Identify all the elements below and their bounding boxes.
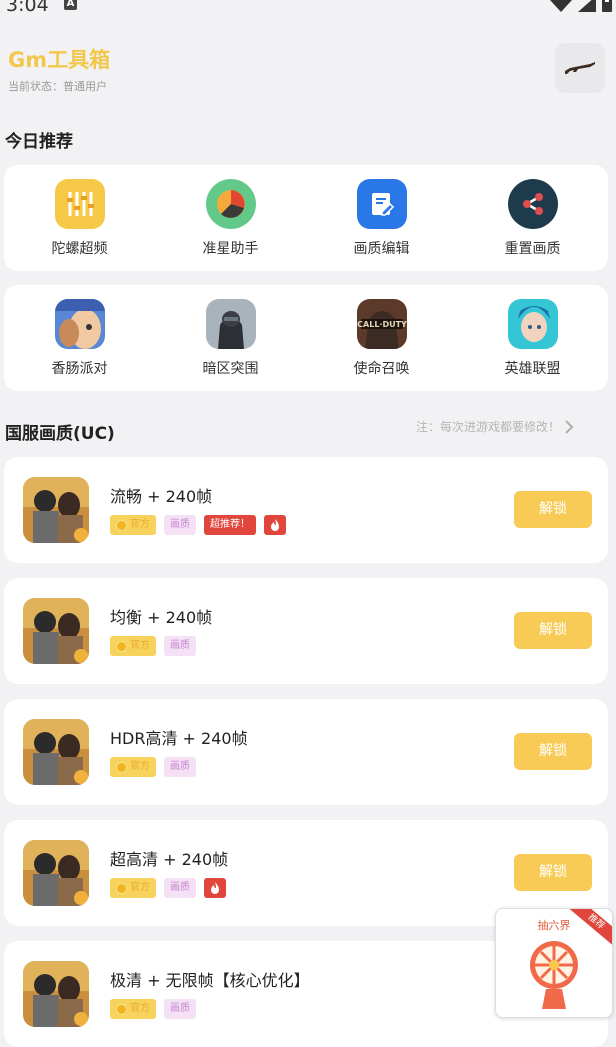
tag-official-label: 官方 [130,882,150,893]
coin-icon [116,882,127,894]
tag-official: 官方 [110,878,156,898]
unlock-button[interactable]: 解锁 [514,854,592,891]
item-title: 超高清 + 240帧 [110,850,229,869]
uc-note[interactable]: 注：每次进游戏都要修改！ [416,418,574,435]
edit-document-icon [356,179,407,229]
wifi-icon [550,0,572,12]
coin-icon [116,519,127,531]
tool-quality-editor[interactable]: 画质编辑 [306,179,457,258]
pubg-thumbnail-icon [23,477,89,543]
pubg-thumbnail-icon [23,961,89,1027]
status-icons [550,0,612,12]
tag-official: 官方 [110,757,156,777]
tool-label: 陀螺超频 [51,241,108,257]
tag-official-label: 官方 [130,1003,150,1014]
pubg-thumbnail-icon [23,719,89,785]
tag-official-label: 官方 [130,519,150,530]
league-of-legends-icon [507,299,558,349]
coin-icon [116,640,127,652]
chevron-right-icon [565,419,574,434]
call-of-duty-icon: CALL·DUTY [356,299,407,349]
item-tags: 官方 画质 [110,757,196,777]
share-icon [507,179,558,229]
list-item: HDR高清 + 240帧 官方 画质 解锁 [4,699,608,805]
item-tags: 官方 画质 超推荐！ [110,515,286,535]
game-label: 使命召唤 [353,361,410,377]
tag-official-label: 官方 [130,640,150,651]
item-title: 流畅 + 240帧 [110,487,213,506]
section-title-today: 今日推荐 [5,132,73,152]
pubg-thumbnail-icon [23,840,89,906]
coin-icon [116,1003,127,1015]
sausage-party-icon [54,299,105,349]
game-label: 香肠派对 [51,361,108,377]
unlock-button[interactable]: 解锁 [514,491,592,528]
uc-note-text: 注：每次进游戏都要修改！ [416,420,561,434]
tag-official-label: 官方 [130,761,150,772]
status-time: 3:04 [6,0,49,16]
prize-wheel-icon [530,941,578,1009]
item-title: 极清 + 无限帧【核心优化】 [110,971,310,990]
tool-label: 画质编辑 [353,241,410,257]
tag-official: 官方 [110,999,156,1019]
section-title-uc: 国服画质(UC) [5,424,115,444]
tool-gyro-overclock[interactable]: 陀螺超频 [4,179,155,258]
tag-quality: 画质 [164,515,196,535]
tool-label: 准星助手 [202,241,259,257]
pubg-thumbnail-icon [23,598,89,664]
equalizer-icon [54,179,105,229]
status-bar: 3:04 A [0,0,616,18]
rifle-icon [565,62,595,74]
item-tags: 官方 画质 [110,878,226,898]
rifle-button[interactable] [555,43,605,93]
tool-reset-quality[interactable]: 重置画质 [457,179,608,258]
app-title: Gm工具箱 [8,48,111,72]
item-tags: 官方 画质 [110,999,196,1019]
fire-icon [264,515,286,535]
tag-official: 官方 [110,636,156,656]
game-label: 暗区突围 [202,361,259,377]
tools-card: 陀螺超频 准星助手 画质编辑 重置画质 [4,165,608,271]
item-title: HDR高清 + 240帧 [110,729,248,748]
battery-icon [602,0,612,12]
tag-quality: 画质 [164,636,196,656]
signal-icon [578,0,596,12]
unlock-button[interactable]: 解锁 [514,612,592,649]
arena-breakout-icon [205,299,256,349]
app-header: Gm工具箱 当前状态：普通用户 [0,30,616,110]
game-call-of-duty[interactable]: CALL·DUTY 使命召唤 [306,299,457,378]
user-status: 当前状态：普通用户 [8,80,107,93]
games-card: 香肠派对 暗区突围 CALL·DUTY 使命召唤 英雄联盟 [4,285,608,391]
tag-recommend: 超推荐！ [204,515,256,535]
tool-crosshair-assistant[interactable]: 准星助手 [155,179,306,258]
tag-quality: 画质 [164,878,196,898]
coin-icon [116,761,127,773]
item-title: 均衡 + 240帧 [110,608,213,627]
notification-icon: A [64,0,77,10]
lucky-wheel-card[interactable]: 抽六界 推荐 [495,908,613,1018]
game-sausage-party[interactable]: 香肠派对 [4,299,155,378]
game-arena-breakout[interactable]: 暗区突围 [155,299,306,378]
svg-text:CALL·DUTY: CALL·DUTY [357,320,407,329]
list-item: 流畅 + 240帧 官方 画质 超推荐！ 解锁 [4,457,608,563]
item-tags: 官方 画质 [110,636,196,656]
game-league-of-legends[interactable]: 英雄联盟 [457,299,608,378]
pie-chart-icon [205,179,256,229]
fire-icon [204,878,226,898]
unlock-button[interactable]: 解锁 [514,733,592,770]
list-item: 均衡 + 240帧 官方 画质 解锁 [4,578,608,684]
tag-quality: 画质 [164,999,196,1019]
tag-quality: 画质 [164,757,196,777]
game-label: 英雄联盟 [504,361,561,377]
tool-label: 重置画质 [504,241,561,257]
tag-official: 官方 [110,515,156,535]
